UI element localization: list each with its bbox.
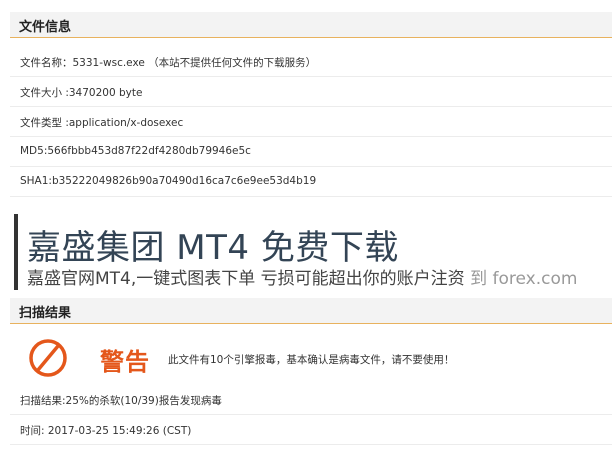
sha1-value: SHA1:b35222049826b90a70490d16ca7c6e9ee53… — [20, 175, 317, 187]
scan-result-header: 扫描结果 — [10, 298, 612, 324]
scan-result: 扫描结果:25%的杀软(10/39)报告发现病毒 — [20, 395, 222, 407]
warning-message: 此文件有10个引擎报毒，基本确认是病毒文件，请不要使用！ — [168, 354, 455, 366]
file-size: 文件大小 :3470200 byte — [20, 87, 143, 99]
file-name-row: 文件名称：5331-wsc.exe （本站不提供任何文件的下载服务） — [10, 47, 612, 77]
ad-accent-bar — [14, 214, 18, 290]
scan-time: 时间: 2017-03-25 15:49:26 (CST) — [20, 425, 192, 437]
scan-result-title: 扫描结果 — [19, 306, 72, 321]
file-name: 文件名称：5331-wsc.exe （本站不提供任何文件的下载服务） — [20, 57, 317, 69]
ad-brand-link[interactable]: 到 forex.com — [465, 269, 577, 289]
ad-title[interactable]: 嘉盛集团 MT4 免费下载 — [27, 220, 399, 269]
warning-title: 警告 — [100, 348, 150, 376]
md5-value: MD5:566fbbb453d87f22df4280db79946e5c — [20, 145, 251, 157]
ad-subtitle[interactable]: 嘉盛官网MT4,一键式图表下单 亏损可能超出你的账户注资 到 forex.com — [27, 264, 577, 289]
scan-time-row: 时间: 2017-03-25 15:49:26 (CST) — [10, 415, 612, 445]
scan-result-row: 扫描结果:25%的杀软(10/39)报告发现病毒 — [10, 385, 612, 415]
file-type: 文件类型 :application/x-dosexec — [20, 117, 184, 129]
ad-subtitle-text: 嘉盛官网MT4,一键式图表下单 亏损可能超出你的账户注资 — [27, 269, 465, 289]
prohibited-icon — [29, 339, 67, 377]
file-type-row: 文件类型 :application/x-dosexec — [10, 107, 612, 137]
file-info-header: 文件信息 — [10, 12, 612, 38]
file-info-title: 文件信息 — [19, 20, 72, 35]
md5-row: MD5:566fbbb453d87f22df4280db79946e5c — [10, 137, 612, 167]
ad-banner[interactable]: 嘉盛集团 MT4 免费下载 嘉盛官网MT4,一键式图表下单 亏损可能超出你的账户… — [14, 212, 604, 290]
file-size-row: 文件大小 :3470200 byte — [10, 77, 612, 107]
sha1-row: SHA1:b35222049826b90a70490d16ca7c6e9ee53… — [10, 167, 612, 197]
